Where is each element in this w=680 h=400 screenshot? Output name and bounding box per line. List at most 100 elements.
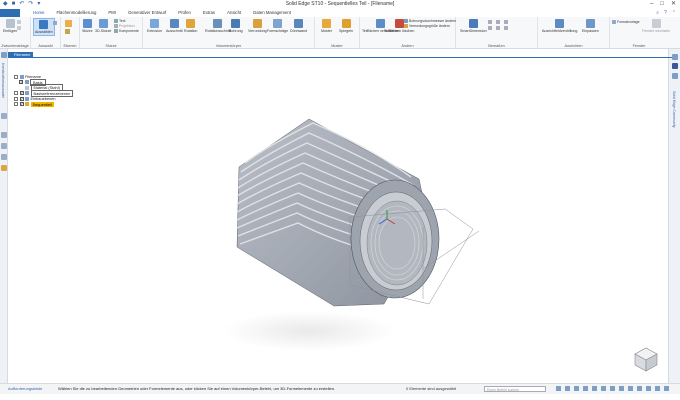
- view-cube[interactable]: [632, 345, 660, 373]
- expand-icon[interactable]: [14, 74, 18, 79]
- projection-button[interactable]: Projektion: [114, 24, 135, 28]
- visibility-checkbox[interactable]: ✓: [19, 96, 24, 101]
- sketch-button[interactable]: Skizze: [82, 19, 93, 33]
- dimension-tool-3[interactable]: [504, 20, 508, 24]
- grid-icon[interactable]: [628, 386, 633, 391]
- fit-button[interactable]: Einpassen: [582, 19, 599, 33]
- view-controls: [556, 386, 669, 391]
- dimension-tool-5[interactable]: [496, 26, 500, 30]
- graphics-canvas[interactable]: [9, 59, 668, 383]
- help-icon[interactable]: ?: [664, 9, 667, 17]
- text-button[interactable]: Text: [114, 19, 125, 23]
- coordinate-system-icon: [65, 29, 70, 34]
- dimension-tool-4[interactable]: [488, 26, 492, 30]
- style-button[interactable]: Formatvorlage: [612, 20, 640, 24]
- threaded-cylinder[interactable]: [236, 118, 440, 307]
- plane-option-button[interactable]: [65, 29, 70, 34]
- fit-view-icon[interactable]: [565, 386, 570, 391]
- expand-icon[interactable]: [14, 96, 18, 101]
- document-tab[interactable]: Filename: [8, 52, 34, 58]
- features-tab-icon[interactable]: [1, 143, 7, 149]
- extrude-button[interactable]: Extrusion: [147, 19, 162, 33]
- plane-button[interactable]: [65, 20, 72, 27]
- prompt-bar-label[interactable]: Aufforderungsleiste: [8, 386, 42, 392]
- sketch-view-icon[interactable]: [619, 386, 624, 391]
- mirror-button[interactable]: Spiegeln: [339, 19, 353, 33]
- collapse-ribbon-icon[interactable]: ⌃: [672, 9, 676, 17]
- dimension-tool-2[interactable]: [496, 20, 500, 24]
- pattern-button[interactable]: Muster: [321, 19, 332, 33]
- camera-icon[interactable]: [646, 386, 651, 391]
- library-tab-icon[interactable]: [1, 154, 7, 160]
- community-tab-icon[interactable]: [672, 73, 678, 79]
- visibility-checkbox[interactable]: ✓: [19, 102, 24, 107]
- round-button[interactable]: Verrundung: [248, 19, 267, 33]
- key-tab-icon[interactable]: [1, 165, 7, 171]
- draft-button[interactable]: Formschräge: [267, 19, 288, 33]
- minimize-icon[interactable]: –: [650, 0, 653, 9]
- component-button[interactable]: Komponente: [114, 29, 139, 33]
- expand-icon[interactable]: [14, 91, 18, 96]
- shading-icon[interactable]: [601, 386, 606, 391]
- rotate-icon[interactable]: [583, 386, 588, 391]
- info-tab-icon[interactable]: [672, 54, 678, 60]
- sensors-tab-icon[interactable]: [1, 132, 7, 138]
- view-orientation-button[interactable]: Ausrichtfeldverdrillung: [542, 19, 577, 33]
- copy-button[interactable]: [17, 26, 21, 30]
- paste-button[interactable]: Einfügen: [3, 19, 17, 33]
- select-option-button[interactable]: [53, 21, 57, 25]
- view-orientation-icon: [555, 19, 565, 28]
- right-panel-title[interactable]: Solid Edge Community: [672, 91, 676, 128]
- pan-icon[interactable]: [574, 386, 579, 391]
- paste-icon: [5, 19, 15, 28]
- smartdimension-icon: [468, 19, 478, 28]
- view-style-icon[interactable]: [592, 386, 597, 391]
- group-modify: Teilflächen verschieben Teilflächen lösc…: [362, 17, 457, 49]
- visibility-checkbox[interactable]: ✓: [19, 91, 24, 96]
- 3d-sketch-button[interactable]: 3D-Skizze: [95, 19, 111, 33]
- search-icon[interactable]: ⌕: [656, 9, 659, 17]
- switch-window-button[interactable]: Fenster wechseln: [642, 19, 670, 33]
- facebook-icon[interactable]: [672, 63, 678, 69]
- title-bar: ◆ ■ ↶ ↷ ▾ Solid Edge ST10 - Sequentielle…: [0, 0, 680, 9]
- revolved-cut-button[interactable]: Rotationsschnitt: [205, 19, 231, 33]
- ribbon: Einfügen Zwischenablage Auswählen Auswah…: [0, 17, 680, 49]
- group-planes: Ebenen: [61, 17, 80, 49]
- cutout-button[interactable]: Ausschnitt: [166, 19, 183, 33]
- revolved-cut-icon: [213, 19, 223, 28]
- group-pattern: Muster Spiegeln Muster: [315, 17, 360, 49]
- visibility-checkbox[interactable]: ✓: [19, 80, 23, 85]
- round-size-button[interactable]: Verrundungsgröße ändern: [404, 24, 450, 28]
- dimension-tool-6[interactable]: [504, 26, 508, 30]
- view-orient-icon[interactable]: [610, 386, 615, 391]
- layers-tab-icon[interactable]: [1, 113, 7, 119]
- left-panel-title[interactable]: Konstruktionsauswahl: [1, 63, 5, 98]
- expand-icon[interactable]: [14, 102, 18, 107]
- pattern-icon: [321, 19, 331, 28]
- display-icon[interactable]: [637, 386, 642, 391]
- expand-icon[interactable]: [664, 386, 669, 391]
- settings-icon[interactable]: [655, 386, 660, 391]
- text-icon: [114, 19, 118, 23]
- group-solids: Extrusion Ausschnitt Rotation Rotationss…: [143, 17, 315, 49]
- select-button[interactable]: Auswählen: [33, 18, 55, 36]
- zoom-icon[interactable]: [556, 386, 561, 391]
- pathfinder-tab-icon[interactable]: [1, 52, 7, 58]
- close-icon[interactable]: ✕: [671, 0, 676, 9]
- dimension-tool-1[interactable]: [488, 20, 492, 24]
- maximize-icon[interactable]: □: [660, 0, 664, 9]
- round-icon: [252, 19, 262, 28]
- smartdimension-button[interactable]: SmartDimension: [460, 19, 487, 33]
- status-bar: Aufforderungsleiste Wählen Sie die zu be…: [0, 383, 680, 394]
- command-search-input[interactable]: Einen Befehl suchen: [484, 385, 546, 392]
- cut-button[interactable]: [17, 20, 21, 24]
- hole-button[interactable]: Bohrung: [229, 19, 243, 33]
- hole-diameter-button[interactable]: Bohrungsdurchmesser ändern: [404, 19, 456, 23]
- revolve-button[interactable]: Rotation: [184, 19, 197, 33]
- bottom-margin: [0, 394, 680, 400]
- thin-wall-button[interactable]: Dünnwand: [290, 19, 307, 33]
- part-icon: [19, 74, 24, 79]
- coordinate-dimension-icon: [504, 20, 508, 24]
- file-menu-button[interactable]: [0, 9, 20, 17]
- tree-item-sequential[interactable]: ✓ Sequentiell: [14, 101, 104, 108]
